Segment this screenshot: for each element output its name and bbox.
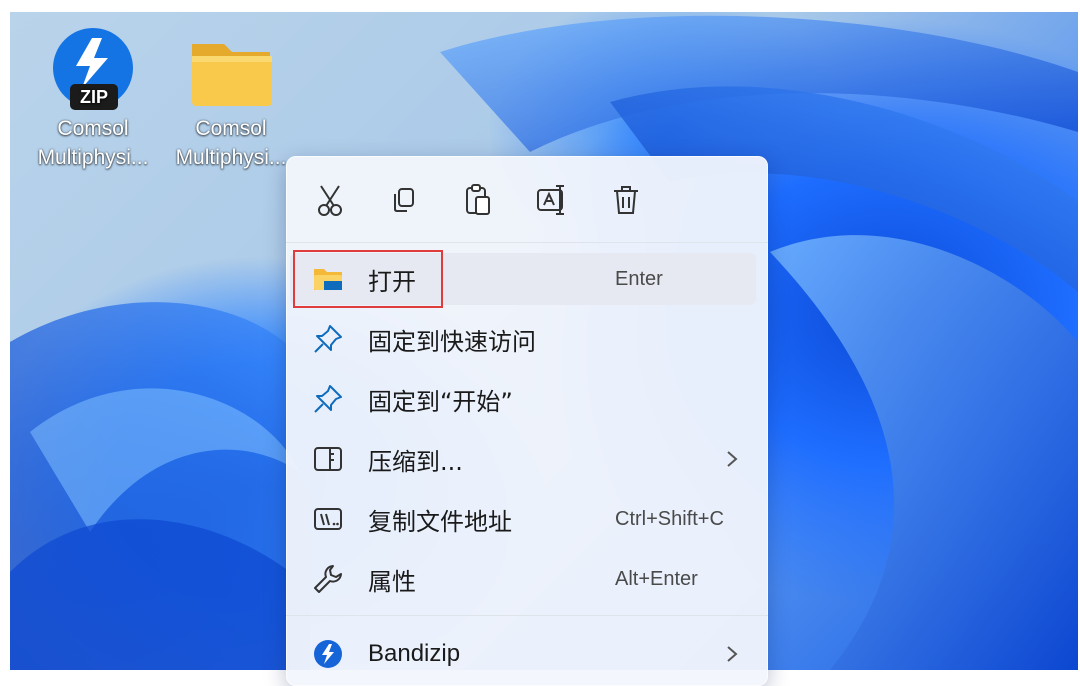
pin-icon (312, 323, 344, 355)
rename-icon (537, 185, 564, 215)
archive-icon (312, 443, 344, 475)
copy-path-icon (312, 503, 344, 535)
menu-item-label: 固定到快速访问 (368, 327, 536, 356)
menu-item-bandizip[interactable]: Bandizip (290, 628, 756, 680)
menu-item-shortcut: Alt+Enter (615, 567, 698, 590)
menu-item-pin-start[interactable]: 固定到“开始” (290, 373, 756, 425)
wrench-icon (312, 563, 344, 595)
chevron-right-icon (727, 451, 738, 467)
cut-icon (318, 185, 342, 216)
menu-item-label: 复制文件地址 (368, 507, 512, 536)
rename-button[interactable] (532, 180, 572, 220)
desktop-icon-zip[interactable]: ZIP Comsol Multiphysi... (28, 22, 158, 172)
menu-item-properties[interactable]: 属性 Alt+Enter (290, 553, 756, 605)
desktop-icon-folder[interactable]: Comsol Multiphysi... (166, 22, 296, 172)
cut-button[interactable] (310, 180, 350, 220)
folder-open-icon (312, 263, 344, 295)
bandizip-icon (312, 638, 344, 670)
menu-item-label: Bandizip (368, 640, 461, 667)
pin-icon (312, 383, 344, 415)
chevron-right-icon (727, 646, 738, 662)
menu-item-shortcut: Enter (615, 267, 663, 290)
menu-item-shortcut: Ctrl+Shift+C (615, 507, 724, 530)
desktop-icon-label-line2: Multiphysi... (37, 146, 149, 169)
menu-item-pin-quick-access[interactable]: 固定到快速访问 (290, 313, 756, 365)
copy-icon (394, 188, 414, 212)
menu-item-label: 压缩到... (368, 447, 463, 476)
context-menu-toolbar (286, 156, 768, 242)
zip-badge-text: ZIP (80, 87, 108, 107)
menu-item-copy-path[interactable]: 复制文件地址 Ctrl+Shift+C (290, 493, 756, 545)
zip-archive-icon: ZIP (28, 22, 158, 114)
folder-icon (166, 22, 296, 114)
menu-item-compress[interactable]: 压缩到... (290, 433, 756, 485)
menu-item-label: 属性 (368, 567, 416, 596)
desktop-icon-label-line2: Multiphysi... (175, 146, 287, 169)
paste-button[interactable] (458, 180, 498, 220)
toolbar-divider (286, 242, 768, 243)
menu-item-open[interactable]: 打开 Enter (290, 253, 756, 305)
desktop-icon-label-line1: Comsol (57, 117, 129, 140)
delete-button[interactable] (606, 180, 646, 220)
delete-icon (614, 186, 638, 214)
desktop-icon-label-line1: Comsol (195, 117, 267, 140)
menu-item-label: 固定到“开始” (368, 387, 513, 416)
context-menu: 打开 Enter 固定到快速访问 固定到“开始” 压缩到... 复制文件地址 C… (286, 156, 768, 686)
copy-button[interactable] (384, 180, 424, 220)
menu-item-label: 打开 (368, 267, 416, 296)
menu-divider (286, 615, 768, 616)
paste-icon (466, 184, 490, 215)
